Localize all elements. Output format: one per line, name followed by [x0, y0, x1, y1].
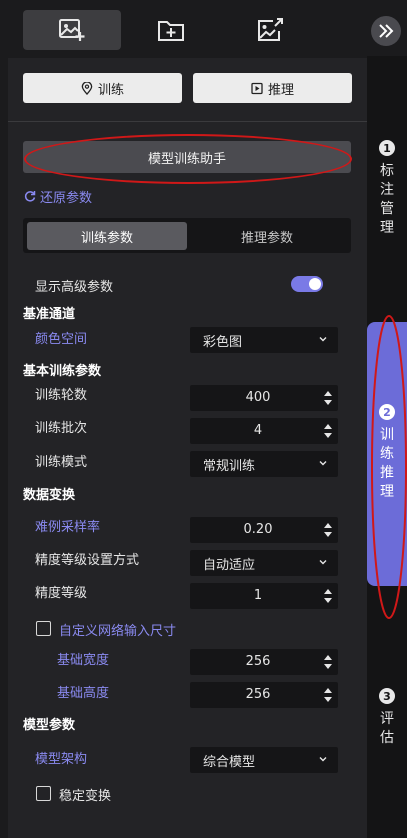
- top-toolbar: [0, 0, 367, 58]
- infer-mode-button[interactable]: 推理: [193, 73, 352, 103]
- tab-folder-add[interactable]: [122, 10, 220, 50]
- folder-add-icon: [158, 21, 184, 41]
- precision-mode-select[interactable]: 自动适应: [190, 550, 338, 576]
- chevron-down-icon: [319, 461, 327, 466]
- infer-mode-label: 推理: [267, 82, 294, 98]
- double-chevron-right-icon: [379, 24, 394, 38]
- batch-input[interactable]: 4: [190, 418, 338, 444]
- stable-transform-checkbox[interactable]: [36, 786, 51, 801]
- precision-mode-label: 精度等级设置方式: [35, 553, 140, 568]
- section-basic-train: 基本训练参数: [23, 364, 102, 379]
- section-base-channel: 基准通道: [23, 307, 76, 322]
- show-advanced-label: 显示高级参数: [35, 280, 114, 295]
- train-mode-button[interactable]: 训练: [23, 73, 182, 103]
- refresh-icon: [24, 191, 36, 202]
- custom-input-size-checkbox[interactable]: [36, 621, 51, 636]
- location-pin-icon: [81, 81, 93, 95]
- reset-params-link[interactable]: 还原参数: [24, 187, 93, 206]
- tab-train-params[interactable]: 训练参数: [27, 222, 187, 250]
- spinner-arrows-icon[interactable]: [324, 389, 332, 407]
- base-height-label: 基础高度: [57, 686, 110, 701]
- model-arch-label: 模型架构: [35, 752, 88, 767]
- step-annotation[interactable]: 1 标注管理: [367, 140, 407, 238]
- model-arch-select[interactable]: 综合模型: [190, 747, 338, 773]
- reset-params-label: 还原参数: [40, 190, 93, 206]
- tab-image-add[interactable]: [23, 10, 121, 50]
- collapse-button[interactable]: [371, 16, 401, 46]
- play-box-icon: [251, 82, 263, 94]
- workflow-stepper: 1 标注管理 2 训练推理 3 评估: [367, 56, 407, 838]
- spinner-arrows-icon[interactable]: [324, 422, 332, 440]
- step-label: 标注管理: [380, 163, 394, 236]
- show-advanced-toggle[interactable]: [291, 276, 323, 292]
- training-assistant-button[interactable]: 模型训练助手: [23, 141, 351, 173]
- train-mode-value: 常规训练: [203, 458, 256, 474]
- base-height-input[interactable]: 256: [190, 682, 338, 708]
- base-width-label: 基础宽度: [57, 653, 110, 668]
- image-add-icon: [59, 19, 85, 41]
- divider: [8, 121, 367, 122]
- param-tabs: 训练参数 推理参数: [23, 218, 351, 253]
- step-evaluate[interactable]: 3 评估: [367, 688, 407, 748]
- base-width-input[interactable]: 256: [190, 649, 338, 675]
- chevron-down-icon: [319, 757, 327, 762]
- step-number: 1: [379, 140, 395, 156]
- train-mode-select[interactable]: 常规训练: [190, 451, 338, 477]
- custom-input-size-label: 自定义网络输入尺寸: [59, 624, 177, 639]
- spinner-arrows-icon[interactable]: [324, 521, 332, 539]
- hard-sample-rate-value: 0.20: [243, 522, 273, 537]
- chevron-down-icon: [319, 337, 327, 342]
- params-panel: 训练 推理 模型训练助手 还原参数 训练参数 推理参数 显示高级参数 基准通道 …: [8, 58, 367, 838]
- color-space-value: 彩色图: [203, 334, 243, 350]
- base-width-value: 256: [245, 654, 271, 669]
- step-number: 3: [379, 688, 395, 704]
- epochs-value: 400: [245, 390, 271, 405]
- precision-level-input[interactable]: 1: [190, 583, 338, 609]
- stable-transform-label: 稳定变换: [59, 789, 112, 804]
- precision-level-label: 精度等级: [35, 586, 88, 601]
- spinner-arrows-icon[interactable]: [324, 587, 332, 605]
- hard-sample-rate-input[interactable]: 0.20: [190, 517, 338, 543]
- section-data-transform: 数据变换: [23, 488, 76, 503]
- epochs-input[interactable]: 400: [190, 385, 338, 411]
- color-space-select[interactable]: 彩色图: [190, 327, 338, 353]
- image-export-icon: [258, 18, 283, 41]
- tab-infer-params[interactable]: 推理参数: [187, 222, 347, 250]
- spinner-arrows-icon[interactable]: [324, 653, 332, 671]
- color-space-label: 颜色空间: [35, 332, 88, 347]
- epochs-label: 训练轮数: [35, 388, 88, 403]
- section-model-params: 模型参数: [23, 718, 76, 733]
- tab-image-export[interactable]: [221, 10, 319, 50]
- batch-label: 训练批次: [35, 421, 88, 436]
- precision-level-value: 1: [253, 588, 263, 603]
- spinner-arrows-icon[interactable]: [324, 686, 332, 704]
- highlight-ellipse-step: [371, 315, 407, 619]
- precision-mode-value: 自动适应: [203, 557, 256, 573]
- hard-sample-rate-label: 难例采样率: [35, 520, 101, 535]
- base-height-value: 256: [245, 687, 271, 702]
- batch-value: 4: [253, 423, 263, 438]
- step-label: 评估: [380, 711, 394, 746]
- model-arch-value: 综合模型: [203, 754, 256, 770]
- train-mode-label: 训练模式: [35, 455, 88, 470]
- chevron-down-icon: [319, 560, 327, 565]
- train-mode-label: 训练: [97, 82, 124, 98]
